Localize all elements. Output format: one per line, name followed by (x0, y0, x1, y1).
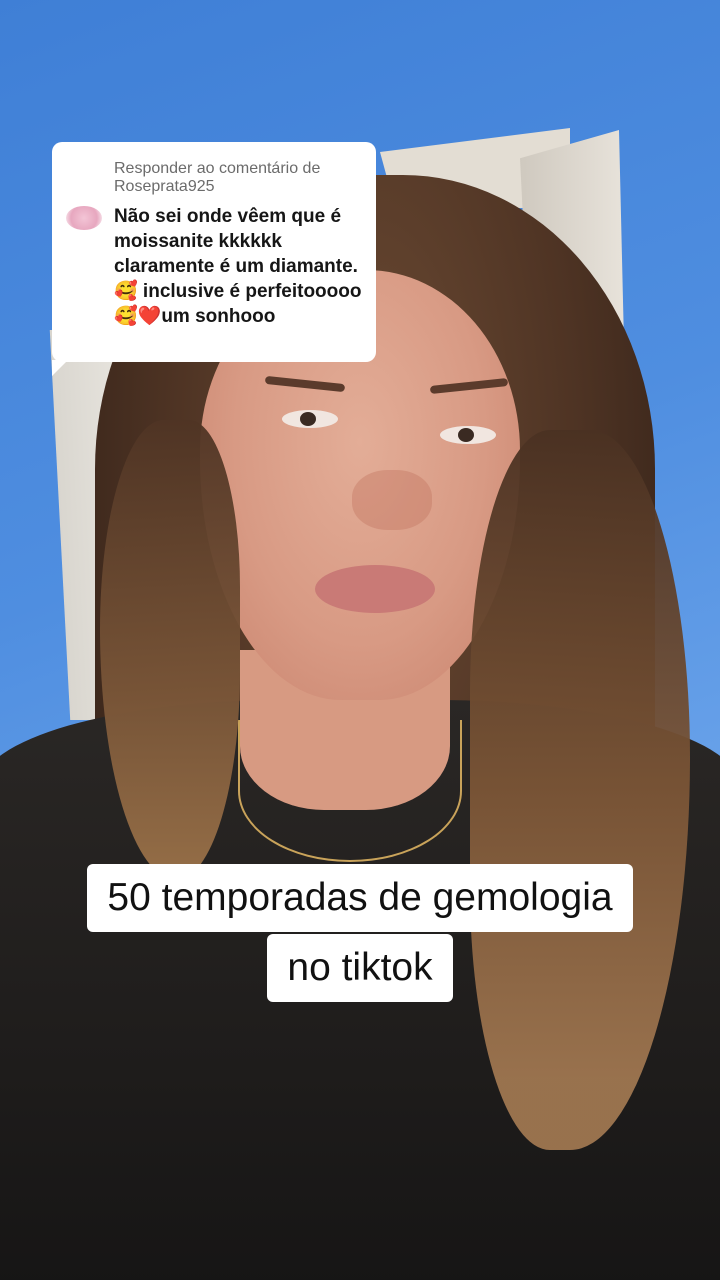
video-caption: 50 temporadas de gemologia no tiktok (0, 864, 720, 1002)
comment-reply-sticker[interactable]: Responder ao comentário de Roseprata925 … (52, 142, 376, 376)
gold-necklace (238, 720, 462, 862)
mouth (315, 565, 435, 613)
reply-header: Responder ao comentário de Roseprata925 (114, 160, 321, 195)
comment-text: Não sei onde vêem que é moissanite kkkkk… (114, 206, 362, 327)
caption-line-2: no tiktok (267, 934, 453, 1002)
caption-line-1: 50 temporadas de gemologia (87, 864, 633, 932)
nose (352, 470, 432, 530)
user-avatar-icon (66, 206, 102, 230)
right-eye (440, 426, 496, 444)
left-eye (282, 410, 338, 428)
